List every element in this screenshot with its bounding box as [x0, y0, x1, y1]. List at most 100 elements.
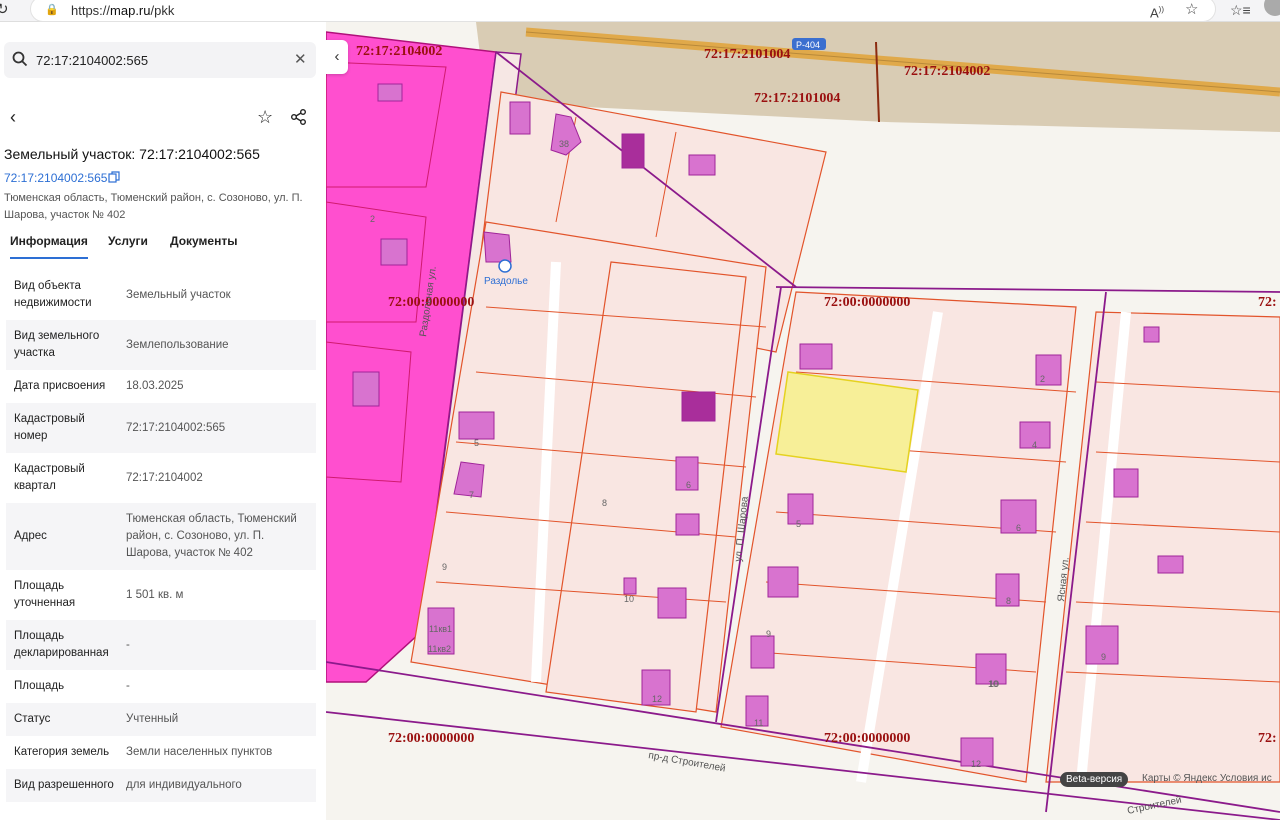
house-number: 38 [559, 139, 569, 149]
house-number: 11кв1 [429, 624, 452, 634]
row-key: Площадь [14, 680, 65, 692]
row-value: для индивидуального [126, 779, 242, 791]
beta-badge: Beta-версия [1060, 772, 1129, 787]
bookmark-star-icon[interactable]: ☆ [257, 108, 273, 126]
row-key: Кадастровый номер [14, 413, 85, 442]
quarter-label: 72:17:2104002 [904, 64, 990, 79]
map-canvas[interactable]: 72:17:2104002 72:17:2101004 72:17:210100… [326, 22, 1280, 820]
parcel-address: Тюменская область, Тюменский район, с. С… [4, 192, 303, 221]
tab-documents[interactable]: Документы [170, 234, 237, 248]
row-key: Статус [14, 713, 51, 725]
page-title: Земельный участок: 72:17:2104002:565 [4, 146, 260, 162]
row-value: 1 501 кв. м [126, 588, 184, 601]
table-row: Дата присвоения 18.03.2025 [6, 370, 316, 403]
house-number: 9 [442, 562, 447, 572]
house-number: 10 [988, 679, 998, 689]
house-number: 4 [1032, 440, 1037, 450]
row-value: Земельный участок [126, 288, 231, 301]
table-row: Кадастровый номер 72:17:2104002:565 [6, 403, 316, 453]
row-value: Земли населенных пунктов [126, 746, 273, 758]
row-value: Землепользование [126, 338, 229, 351]
table-row: Площадь - [6, 670, 316, 703]
row-value: - [126, 680, 130, 692]
quarter-label: 72: [1258, 295, 1277, 310]
house-number: 12 [971, 759, 981, 769]
quarter-label: 72:00:0000000 [824, 295, 910, 310]
building [377, 83, 403, 102]
row-key: Адрес [14, 530, 47, 542]
back-icon[interactable]: ‹ [10, 108, 16, 126]
house-number: 8 [1006, 596, 1011, 606]
parcel-block [1045, 311, 1280, 783]
lock-icon[interactable]: 🔒 [45, 3, 59, 16]
quarter-label: 72:17:2104002 [356, 44, 442, 59]
quarter-label: 72:00:0000000 [824, 731, 910, 746]
tab-bar: Информация Услуги Документы [10, 234, 320, 262]
house-number: 6 [1016, 523, 1021, 533]
share-icon[interactable] [290, 108, 308, 126]
map-attribution[interactable]: Карты © Яндекс Условия ис [1142, 773, 1272, 784]
table-row: Категория земель Земли населенных пунктов [6, 736, 316, 769]
row-value: 18.03.2025 [126, 380, 184, 392]
row-key: Площадь уточненная [14, 580, 76, 609]
table-row: Вид объекта недвижимости Земельный участо… [6, 270, 316, 320]
house-number: 5 [796, 519, 801, 529]
cadastral-number-link[interactable]: 72:17:2104002:565 [4, 171, 107, 185]
tab-information[interactable]: Информация [10, 234, 88, 259]
row-key: Вид разрешенного [14, 779, 114, 791]
house-number: 8 [602, 498, 607, 508]
house-number: 10 [624, 594, 634, 604]
road-badge: Р-404 [796, 40, 820, 50]
quarter-label: 72: [1258, 731, 1277, 746]
table-row: Площадь декларированная - [6, 620, 316, 670]
browser-toolbar: ↻ 🔒 https://map.ru/pkk A)) ☆ ☆≡ [0, 0, 1280, 22]
row-value: Тюменская область, Тюменский район, с. С… [126, 513, 297, 559]
search-input[interactable] [36, 42, 286, 78]
cadastral-map[interactable]: 72:17:2104002 72:17:2101004 72:17:210100… [326, 22, 1280, 820]
house-number: 2 [370, 214, 375, 224]
table-row: Адрес Тюменская область, Тюменский район,… [6, 503, 316, 570]
row-key: Категория земель [14, 746, 110, 758]
house-number: 5 [474, 438, 479, 448]
url-text[interactable]: https://map.ru/pkk [71, 3, 174, 18]
info-table: Вид объекта недвижимости Земельный участо… [6, 270, 316, 802]
copy-icon[interactable] [108, 171, 120, 183]
row-key: Площадь декларированная [14, 630, 109, 659]
house-number: 9 [1101, 652, 1106, 662]
table-row: Площадь уточненная 1 501 кв. м [6, 570, 316, 620]
row-key: Вид земельного участка [14, 330, 100, 359]
row-value: 72:17:2104002 [126, 471, 203, 484]
favorite-star-icon[interactable]: ☆ [1185, 0, 1198, 20]
collapse-panel-button[interactable]: ‹ [326, 40, 348, 74]
row-value: 72:17:2104002:565 [126, 421, 226, 434]
row-key: Вид объекта недвижимости [14, 280, 92, 309]
row-value: Учтенный [126, 713, 179, 725]
place-label: Раздолье [484, 276, 528, 287]
house-number: 11кв2 [428, 644, 451, 654]
address-bar[interactable]: 🔒 https://map.ru/pkk [30, 0, 1216, 22]
row-key: Кадастровый квартал [14, 463, 85, 492]
house-number: 12 [652, 694, 662, 704]
tab-services[interactable]: Услуги [108, 234, 148, 248]
quarter-label: 72:00:0000000 [388, 731, 474, 746]
street-label: пр-д Строителей [647, 750, 726, 774]
quarter-label: 72:17:2101004 [754, 91, 840, 106]
read-aloud-icon[interactable]: A)) [1150, 0, 1164, 23]
row-key: Дата присвоения [14, 380, 106, 392]
clear-search-icon[interactable]: ✕ [294, 51, 307, 69]
row-value: - [126, 638, 130, 651]
profile-avatar[interactable] [1264, 0, 1280, 16]
shop-icon [498, 259, 512, 273]
search-box: ✕ [4, 42, 316, 78]
table-row: Кадастровый квартал 72:17:2104002 [6, 453, 316, 503]
reload-icon[interactable]: ↻ [0, 0, 9, 20]
table-row: Вид разрешенного для индивидуального [6, 769, 316, 802]
table-row: Вид земельного участка Землепользование [6, 320, 316, 370]
parcel-info-panel: ✕ ‹ ☆ Земельный участок: 72:17:2104002:5… [0, 22, 326, 820]
search-icon[interactable] [12, 51, 28, 67]
house-number: 6 [686, 480, 691, 490]
favorites-icon[interactable]: ☆≡ [1230, 0, 1251, 20]
house-number: 9 [766, 629, 771, 639]
quarter-label: 72:17:2101004 [704, 47, 790, 62]
table-row: Статус Учтенный [6, 703, 316, 736]
